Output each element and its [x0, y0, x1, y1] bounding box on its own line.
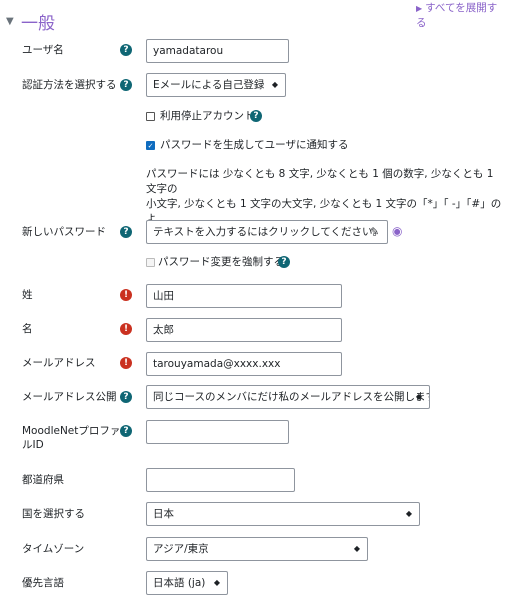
caret-right-icon: ▶ — [416, 4, 423, 13]
lastname-label: 姓 — [22, 289, 33, 301]
caret-down-icon: ▼ — [6, 16, 14, 27]
pencil-icon[interactable]: ✎ — [370, 221, 379, 243]
city-input[interactable] — [146, 468, 295, 492]
maildisplay-label: メールアドレス公開 — [22, 391, 117, 403]
force-change-checkbox[interactable] — [146, 258, 155, 267]
create-password-checkbox[interactable]: ✓ — [146, 141, 155, 150]
question-circle-icon[interactable]: ? — [120, 44, 132, 56]
eye-icon[interactable]: ◉ — [392, 224, 402, 238]
country-label: 国を選択する — [22, 508, 85, 520]
firstname-label: 名 — [22, 323, 33, 335]
city-label: 都道府県 — [22, 474, 64, 486]
new-password-label: 新しいパスワード — [22, 226, 106, 238]
question-circle-icon[interactable]: ? — [278, 256, 290, 268]
timezone-select[interactable]: アジア/東京 ◆ — [146, 537, 368, 561]
question-circle-icon[interactable]: ? — [250, 110, 262, 122]
auth-label: 認証方法を選択する — [22, 79, 117, 91]
moodlenet-input[interactable] — [146, 420, 289, 444]
auth-select[interactable]: Eメールによる自己登録 ◆ — [146, 73, 286, 97]
sort-arrows-icon: ◆ — [213, 578, 220, 587]
question-circle-icon[interactable]: ? — [120, 391, 132, 403]
expand-all-link[interactable]: ▶ すべてを展開する — [416, 0, 505, 30]
lastname-input[interactable]: 山田 — [146, 284, 342, 308]
sort-arrows-icon: ◆ — [271, 80, 278, 89]
exclamation-circle-icon: ! — [120, 323, 132, 335]
maildisplay-select[interactable]: 同じコースのメンバにだけ私のメールアドレスを公開します ◆ — [146, 385, 430, 409]
question-circle-icon[interactable]: ? — [120, 226, 132, 238]
suspended-checkbox[interactable] — [146, 112, 155, 121]
section-toggle-general[interactable]: ▼ 一般 — [6, 10, 96, 34]
lang-label: 優先言語 — [22, 577, 64, 589]
exclamation-circle-icon: ! — [120, 289, 132, 301]
new-password-field[interactable]: テキストを入力するにはクリックしてください。 ✎ — [146, 220, 388, 244]
moodlenet-label: MoodleNetプロファイ ルID — [22, 425, 131, 451]
username-label: ユーザ名 — [22, 44, 64, 56]
force-change-label: パスワード変更を強制する — [158, 256, 284, 268]
exclamation-circle-icon: ! — [120, 357, 132, 369]
question-circle-icon[interactable]: ? — [120, 425, 132, 437]
country-select[interactable]: 日本 ◆ — [146, 502, 420, 526]
email-input[interactable]: tarouyamada@xxxx.xxx — [146, 352, 342, 376]
username-input[interactable]: yamadatarou — [146, 39, 289, 63]
firstname-input[interactable]: 太郎 — [146, 318, 342, 342]
create-password-label: パスワードを生成してユーザに通知する — [160, 139, 349, 151]
section-title: 一般 — [21, 14, 55, 34]
suspended-label: 利用停止アカウント — [160, 110, 255, 122]
timezone-label: タイムゾーン — [22, 543, 85, 555]
lang-select[interactable]: 日本語 (ja) ◆ — [146, 571, 228, 595]
sort-arrows-icon: ◆ — [405, 509, 412, 518]
sort-arrows-icon: ◆ — [415, 392, 422, 401]
email-label: メールアドレス — [22, 357, 96, 369]
question-circle-icon[interactable]: ? — [120, 79, 132, 91]
sort-arrows-icon: ◆ — [353, 544, 360, 553]
